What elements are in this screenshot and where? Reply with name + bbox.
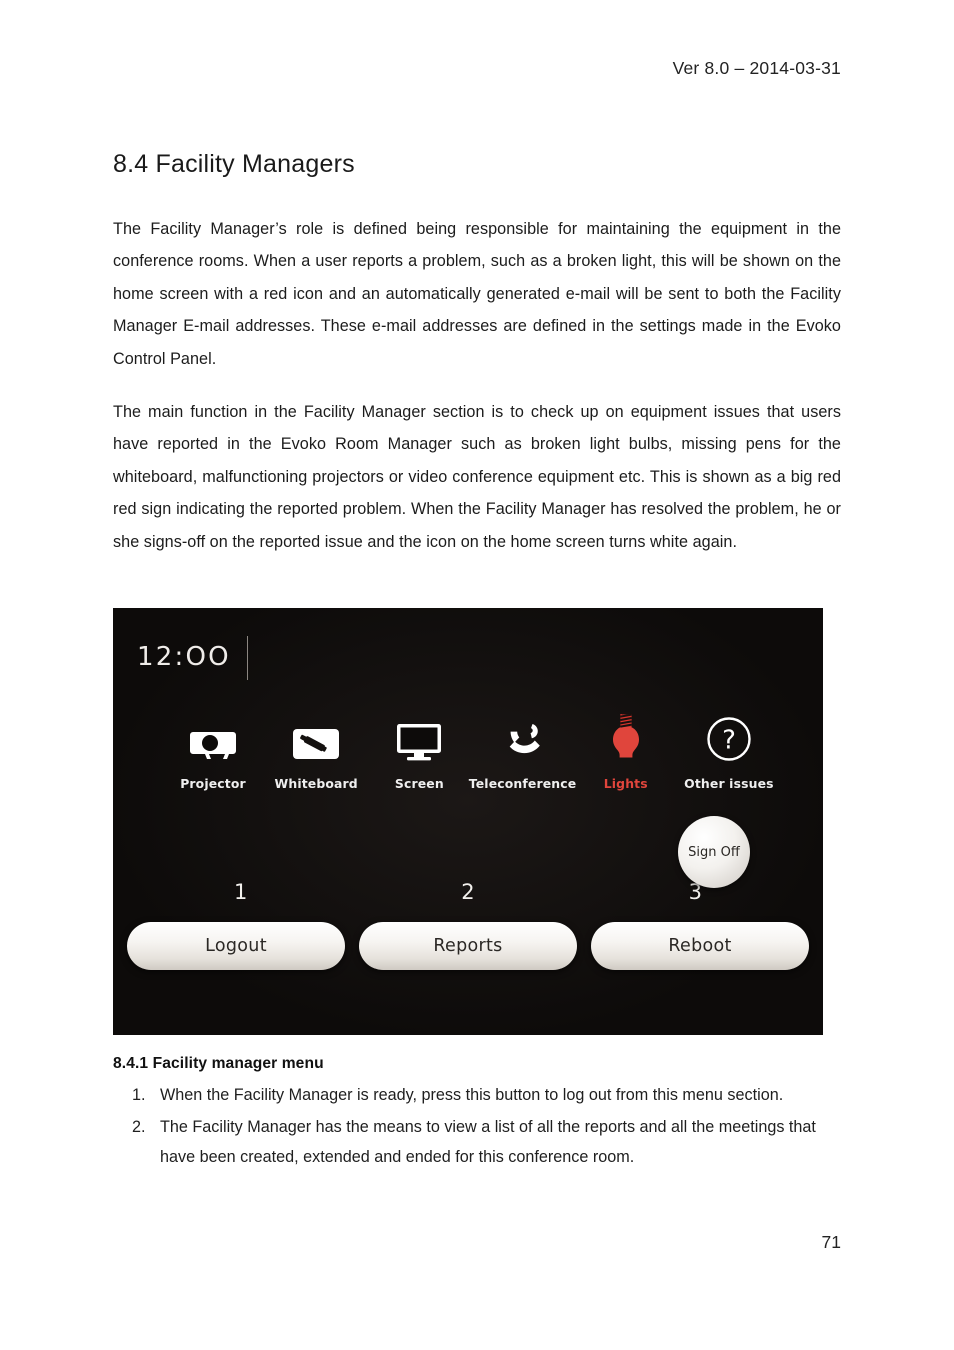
section-paragraph-1: The Facility Manager’s role is defined b… bbox=[113, 220, 841, 368]
whiteboard-icon bbox=[291, 712, 341, 762]
teleconference-phone-icon bbox=[501, 712, 545, 762]
reboot-button[interactable]: Reboot bbox=[591, 922, 809, 970]
action-button-row: Logout Reports Reboot bbox=[127, 922, 809, 970]
facility-manager-screen-figure: 12:OO Projector Whiteboard Screen Teleco… bbox=[113, 608, 823, 1035]
equipment-item-projector[interactable]: Projector bbox=[163, 712, 263, 791]
sign-off-label: Sign Off bbox=[688, 844, 740, 860]
reports-button-label: Reports bbox=[433, 936, 503, 956]
subsection-content: 8.4.1 Facility manager menu When the Fac… bbox=[113, 1055, 841, 1174]
equipment-item-screen[interactable]: Screen bbox=[369, 712, 469, 791]
document-header-version: Ver 8.0 – 2014-03-31 bbox=[672, 58, 841, 78]
section-content: 8.4 Facility Managers The Facility Manag… bbox=[113, 150, 841, 558]
lightbulb-icon bbox=[609, 712, 643, 762]
section-paragraph-2: The main function in the Facility Manage… bbox=[113, 403, 841, 551]
equipment-item-whiteboard[interactable]: Whiteboard bbox=[266, 712, 366, 791]
equipment-label-whiteboard: Whiteboard bbox=[274, 776, 358, 791]
equipment-label-teleconference: Teleconference bbox=[468, 776, 577, 791]
page-number: 71 bbox=[821, 1232, 841, 1252]
reports-button[interactable]: Reports bbox=[359, 922, 577, 970]
callout-1: 1 bbox=[127, 880, 354, 904]
subsection-list: When the Facility Manager is ready, pres… bbox=[113, 1080, 841, 1173]
callout-number-1: 1 bbox=[233, 880, 248, 904]
callout-number-2: 2 bbox=[461, 880, 475, 904]
equipment-label-screen: Screen bbox=[394, 776, 444, 791]
projector-icon bbox=[189, 712, 237, 762]
equipment-label-lights: Lights bbox=[603, 776, 648, 791]
equipment-item-lights[interactable]: Lights bbox=[576, 712, 676, 791]
svg-text:?: ? bbox=[722, 726, 736, 756]
equipment-item-other-issues[interactable]: ? Other issues bbox=[679, 712, 779, 791]
sign-off-button[interactable]: Sign Off bbox=[678, 816, 750, 888]
section-heading: 8.4 Facility Managers bbox=[113, 150, 355, 178]
equipment-item-teleconference[interactable]: Teleconference bbox=[469, 712, 576, 791]
clock-divider bbox=[246, 636, 248, 680]
list-item: When the Facility Manager is ready, pres… bbox=[150, 1080, 841, 1111]
clock-time: 12:OO bbox=[137, 642, 231, 672]
subsection-heading: 8.4.1 Facility manager menu bbox=[113, 1055, 324, 1072]
logout-button[interactable]: Logout bbox=[127, 922, 345, 970]
equipment-label-projector: Projector bbox=[180, 776, 246, 791]
equipment-icon-row: Projector Whiteboard Screen Teleconferen… bbox=[163, 712, 779, 791]
callout-3: 3 bbox=[582, 880, 809, 904]
list-item: The Facility Manager has the means to vi… bbox=[150, 1112, 841, 1173]
equipment-label-other-issues: Other issues bbox=[684, 776, 774, 791]
logout-button-label: Logout bbox=[205, 936, 267, 956]
reboot-button-label: Reboot bbox=[668, 936, 732, 956]
clock: 12:OO bbox=[137, 634, 248, 680]
document-page: Ver 8.0 – 2014-03-31 8.4 Facility Manage… bbox=[0, 0, 954, 1350]
callout-2: 2 bbox=[354, 880, 581, 904]
question-mark-icon: ? bbox=[706, 712, 752, 762]
screen-icon bbox=[395, 712, 443, 762]
